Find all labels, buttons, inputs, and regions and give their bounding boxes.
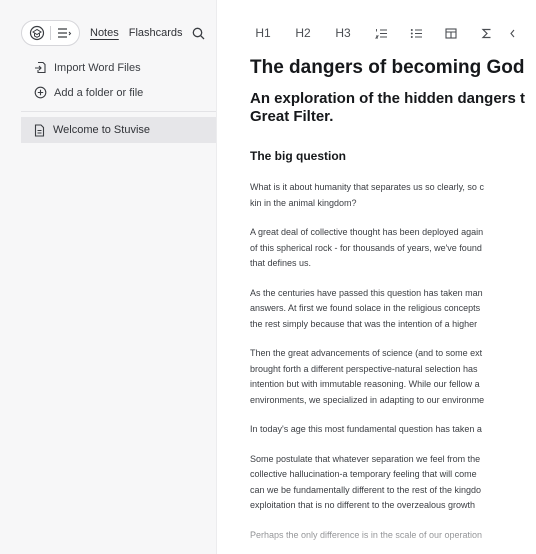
paragraph[interactable]: What is it about humanity that separates… [250, 180, 536, 211]
bullet-list-button[interactable] [406, 23, 426, 43]
section-heading[interactable]: The big question [250, 148, 536, 164]
table-icon [445, 27, 457, 39]
import-word-files-button[interactable]: Import Word Files [34, 61, 141, 74]
paragraph-line: What is it about humanity that separates… [250, 182, 484, 192]
tab-flashcards[interactable]: Flashcards [129, 27, 183, 39]
paragraph-line: answers. At first we found solace in the… [250, 303, 481, 313]
paragraph[interactable]: In today's age this most fundamental que… [250, 422, 536, 438]
paragraph-line: intention but with immutable reasoning. … [250, 379, 480, 389]
add-folder-or-file-label: Add a folder or file [54, 86, 144, 99]
search-button[interactable] [191, 25, 207, 41]
sidebar: Notes Flashcards Import Word Files Add a… [0, 0, 217, 554]
add-folder-or-file-button[interactable]: Add a folder or file [34, 86, 143, 99]
paragraph-line: collective hallucination-a temporary fee… [250, 469, 477, 479]
paragraph-line: brought forth a different perspective-na… [250, 363, 478, 374]
paragraph-line: that defines us. [250, 258, 312, 268]
import-word-files-label: Import Word Files [54, 61, 141, 74]
sidebar-header: Notes Flashcards [21, 19, 207, 47]
paragraph[interactable]: Then the great advancements of science (… [250, 346, 536, 408]
paragraph-line: environments, we specialized in adapting… [250, 394, 485, 405]
sidebar-item-label: Welcome to Stuvise [53, 124, 151, 136]
paragraph-line: A great deal of collective thought has b… [250, 227, 484, 237]
paragraph[interactable]: Some postulate that whatever separation … [250, 452, 536, 514]
bullet-list-icon [410, 28, 422, 38]
menu-button[interactable] [53, 23, 75, 43]
document-subtitle[interactable]: An exploration of the hidden dangers t G… [250, 90, 536, 126]
paragraph-line: Some postulate that whatever separation … [250, 453, 481, 464]
subtitle-line: Great Filter. [250, 108, 334, 125]
search-icon [192, 27, 205, 39]
paragraph[interactable]: A great deal of collective thought has b… [250, 225, 536, 272]
paragraph-line: the rest simply because that was the int… [250, 318, 478, 329]
paragraph-line: of this spherical rock - for thousands o… [250, 242, 482, 253]
heading-3-button[interactable]: H3 [333, 23, 353, 43]
subtitle-line: An exploration of the hidden dangers t [250, 90, 526, 107]
tab-notes[interactable]: Notes [90, 27, 119, 39]
add-circle-icon [34, 86, 47, 99]
paragraph-line: exploitation that is no different to the… [250, 500, 475, 510]
document-content[interactable]: The dangers of becoming God An explorati… [250, 56, 536, 543]
editor: H1 H2 H3 The dangers of becoming God An … [218, 0, 536, 554]
paragraph[interactable]: Perhaps the only difference is in the sc… [250, 528, 536, 544]
logo-icon [29, 25, 45, 41]
paragraph-line: Then the great advancements of science (… [250, 348, 483, 358]
formatting-toolbar: H1 H2 H3 [218, 22, 523, 44]
code-icon [510, 29, 515, 37]
paragraph-line: can we be fundamentally different to the… [250, 484, 481, 495]
math-button[interactable] [476, 23, 496, 43]
table-button[interactable] [441, 23, 461, 43]
paragraph-line: kin in the animal kingdom? [250, 197, 357, 208]
sidebar-item-welcome-to-stuvise[interactable]: Welcome to Stuvise [21, 117, 216, 143]
segment-divider [50, 26, 51, 40]
import-icon [35, 61, 46, 74]
paragraph-line: Perhaps the only difference is in the sc… [250, 529, 482, 540]
code-button[interactable] [509, 23, 523, 43]
heading-2-button[interactable]: H2 [293, 23, 313, 43]
heading-1-button[interactable]: H1 [253, 23, 273, 43]
sidebar-divider [21, 111, 216, 112]
paragraph-line: In today's age this most fundamental que… [250, 424, 482, 434]
ordered-list-button[interactable] [371, 23, 391, 43]
paragraph[interactable]: As the centuries have passed this questi… [250, 286, 536, 333]
sigma-icon [481, 28, 490, 38]
view-switcher [21, 20, 80, 46]
menu-lines-icon [58, 28, 72, 38]
logo-button[interactable] [26, 23, 48, 43]
document-icon [34, 123, 45, 137]
ordered-list-icon [374, 28, 387, 38]
paragraph-line: As the centuries have passed this questi… [250, 287, 483, 298]
document-title[interactable]: The dangers of becoming God [250, 56, 536, 80]
